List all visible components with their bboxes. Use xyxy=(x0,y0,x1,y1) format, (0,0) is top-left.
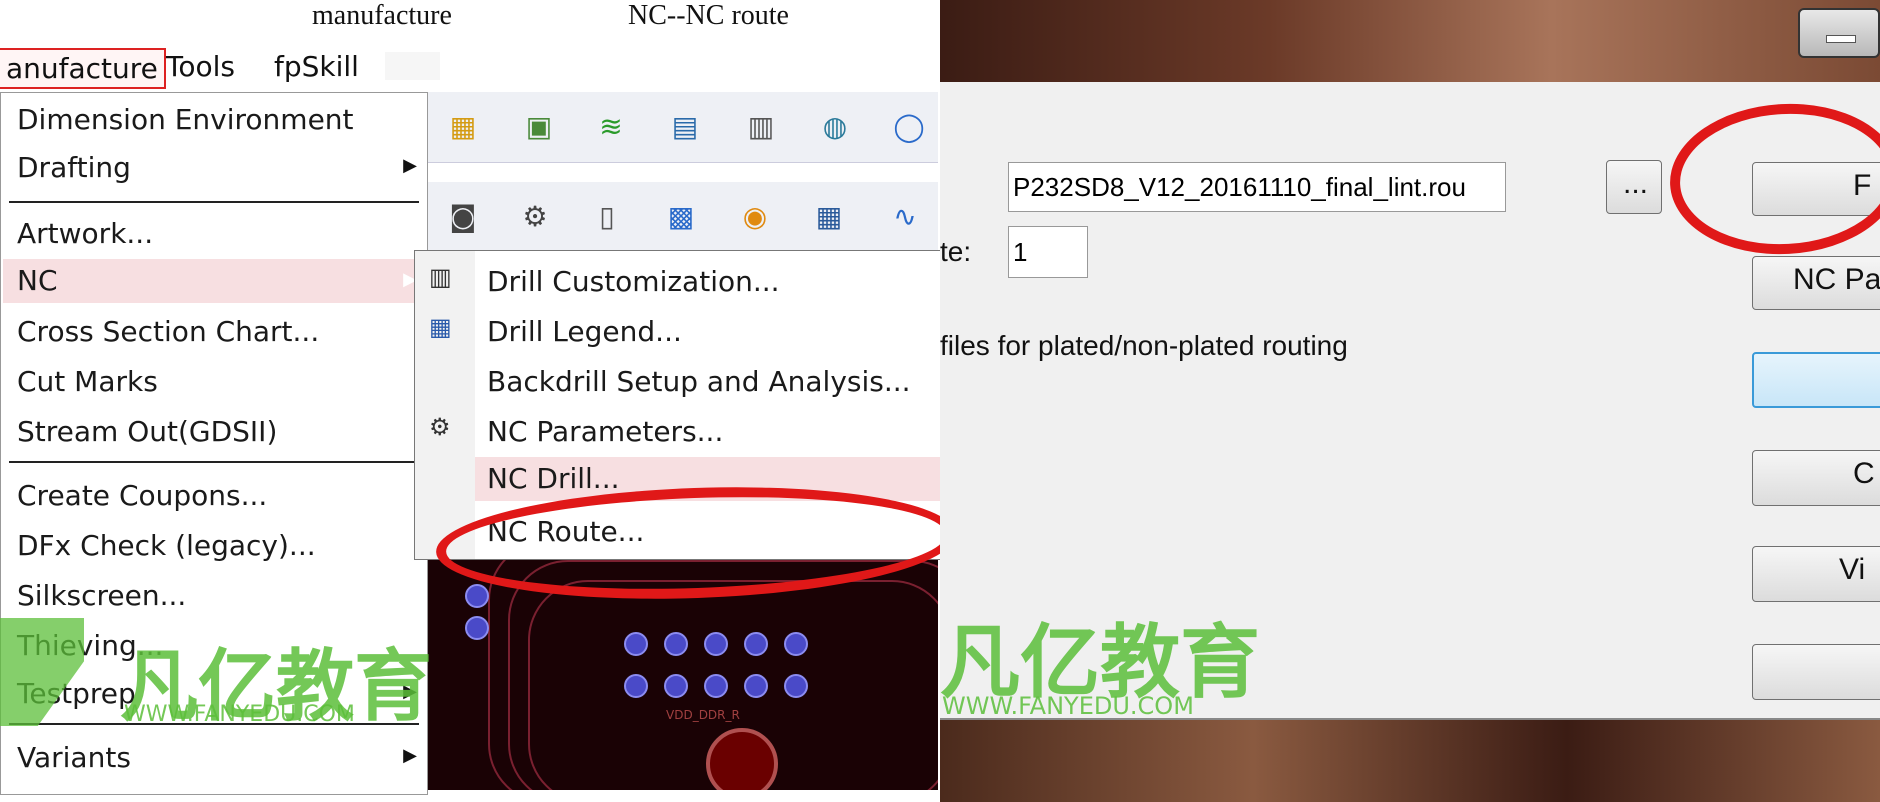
testpoint-icon[interactable]: ◉ xyxy=(734,196,776,238)
te-label: te: xyxy=(940,236,972,267)
minimize-button[interactable] xyxy=(1798,8,1880,58)
view-log-button[interactable]: Vi xyxy=(1752,546,1880,602)
pcb-pad xyxy=(704,632,728,656)
nc-parameters-button-label: NC Pa xyxy=(1793,263,1880,296)
submenu-item-nc-parameters[interactable]: NC Parameters... xyxy=(487,415,723,448)
close-button[interactable]: C xyxy=(1752,450,1880,506)
drill-icon[interactable]: ▯ xyxy=(586,196,628,238)
menu-separator xyxy=(9,461,419,463)
submenu-icon-gutter xyxy=(415,251,475,559)
dfa-icon[interactable]: ▥ xyxy=(740,106,782,148)
watermark-url: WWW.FANYEDU.COM xyxy=(124,702,355,727)
menu-fpskill[interactable]: fpSkill xyxy=(268,48,365,85)
array-icon[interactable]: ▦ xyxy=(808,196,850,238)
submenu-item-nc-drill-label: NC Drill... xyxy=(487,462,620,495)
browse-button-label: ... xyxy=(1623,167,1649,200)
pcb-pad xyxy=(744,674,768,698)
pcb-pad xyxy=(465,616,489,640)
output-file-input[interactable]: P232SD8_V12_20161110_final_lint.rou xyxy=(1008,162,1506,212)
menu-item-variants[interactable]: Variants xyxy=(17,741,131,774)
menu-bar: anufacture Tools fpSkill xyxy=(0,42,440,90)
resistor-icon[interactable]: ⚙ xyxy=(514,196,556,238)
pcb-pad xyxy=(704,674,728,698)
nc-parameters-icon: ⚙ xyxy=(429,413,451,441)
cm-icon[interactable]: ▤ xyxy=(664,106,706,148)
submenu-item-drill-customization[interactable]: Drill Customization... xyxy=(487,265,780,298)
plated-routing-option-label[interactable]: files for plated/non-plated routing xyxy=(940,330,1348,362)
pcb-pad xyxy=(664,674,688,698)
default-action-button[interactable] xyxy=(1752,352,1880,408)
layers-icon[interactable]: ≋ xyxy=(590,106,632,148)
menu-item-cross-section-chart[interactable]: Cross Section Chart... xyxy=(17,315,319,348)
dialog-titlebar xyxy=(940,0,1880,82)
submenu-item-backdrill-setup[interactable]: Backdrill Setup and Analysis... xyxy=(487,365,911,398)
menu-item-nc-label: NC xyxy=(17,264,58,297)
menu-manufacture[interactable]: anufacture xyxy=(0,48,166,89)
menu-item-nc[interactable]: NC xyxy=(3,259,417,303)
pcb-pad xyxy=(784,674,808,698)
nc-parameters-button[interactable]: NC Pa xyxy=(1752,256,1880,310)
menu-tools[interactable]: Tools xyxy=(160,48,241,85)
globe-icon[interactable]: ◍ xyxy=(814,106,856,148)
pcb-pad xyxy=(784,632,808,656)
drill-legend-icon: ▦ xyxy=(429,313,452,341)
nc-route-dialog: P232SD8_V12_20161110_final_lint.rou ... … xyxy=(940,0,1880,802)
menu-separator xyxy=(9,201,419,203)
submenu-arrow-icon: ▶ xyxy=(403,155,417,176)
pcb-via xyxy=(706,728,778,790)
view-log-button-label: Vi xyxy=(1839,553,1866,586)
menu-item-dfx-check[interactable]: DFx Check (legacy)... xyxy=(17,529,316,562)
minimize-icon xyxy=(1826,35,1856,43)
menu-item-silkscreen[interactable]: Silkscreen... xyxy=(17,579,186,612)
pcb-pad xyxy=(624,674,648,698)
annotation-ring-route-button xyxy=(1666,98,1880,260)
camera-icon[interactable]: ◙ xyxy=(442,196,484,238)
te-input[interactable]: 1 xyxy=(1008,226,1088,278)
menu-item-stream-out[interactable]: Stream Out(GDSII) xyxy=(17,415,277,448)
menubar-blank xyxy=(385,52,440,80)
menu-item-cut-marks[interactable]: Cut Marks xyxy=(17,365,158,398)
browse-button[interactable]: ... xyxy=(1606,160,1662,214)
submenu-arrow-icon: ▶ xyxy=(403,745,417,766)
pcb-pad xyxy=(624,632,648,656)
caption-nc-route: NC--NC route xyxy=(628,0,789,31)
pcb-pad xyxy=(465,584,489,608)
menu-item-artwork[interactable]: Artwork... xyxy=(17,217,153,250)
menu-item-dimension-environment[interactable]: Dimension Environment xyxy=(17,103,354,136)
drill-customization-icon: ▥ xyxy=(429,263,452,291)
grid-icon[interactable]: ▦ xyxy=(442,106,484,148)
pcb-net-label: VDD_DDR_R xyxy=(666,708,740,722)
route-icon[interactable]: ∿ xyxy=(884,196,926,238)
circle-icon[interactable]: ◯ xyxy=(888,106,930,148)
watermark-url: WWW.FANYEDU.COM xyxy=(942,692,1194,720)
menu-item-create-coupons[interactable]: Create Coupons... xyxy=(17,479,267,512)
submenu-item-drill-legend[interactable]: Drill Legend... xyxy=(487,315,682,348)
help-button[interactable] xyxy=(1752,644,1880,700)
toolbar-row-2: ◙ ⚙ ▯ ▩ ◉ ▦ ∿ xyxy=(428,182,938,253)
pcb-pad xyxy=(664,632,688,656)
caption-manufacture: manufacture xyxy=(312,0,452,31)
components-icon[interactable]: ▣ xyxy=(518,106,560,148)
toolbar-row-1: ▦ ▣ ≋ ▤ ▥ ◍ ◯ xyxy=(428,92,938,163)
menu-item-drafting[interactable]: Drafting xyxy=(17,151,131,184)
pcb-pad xyxy=(744,632,768,656)
matrix-icon[interactable]: ▩ xyxy=(660,196,702,238)
dialog-background-strip xyxy=(940,718,1880,802)
close-button-label: C xyxy=(1853,457,1875,490)
